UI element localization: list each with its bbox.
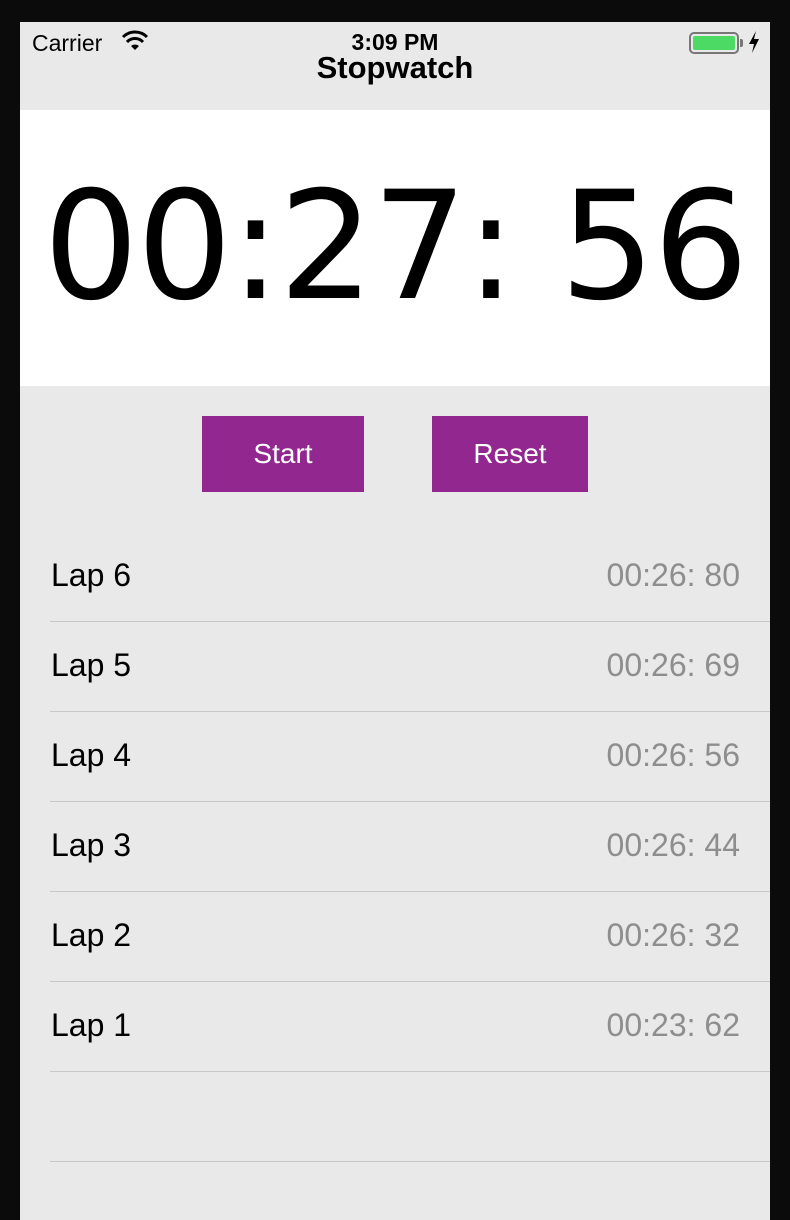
list-item[interactable]: Lap 3 00:26: 44 (50, 802, 770, 892)
reset-button[interactable]: Reset (432, 416, 588, 492)
lap-time: 00:26: 44 (606, 827, 740, 863)
lap-label: Lap 2 (51, 917, 132, 953)
empty-list-row (50, 1072, 770, 1162)
list-item[interactable]: Lap 5 00:26: 69 (50, 622, 770, 712)
lap-time: 00:26: 32 (606, 917, 740, 953)
lap-label: Lap 1 (51, 1007, 132, 1043)
list-item[interactable]: Lap 1 00:23: 62 (50, 982, 770, 1072)
timer-panel: 00:27: 56 (20, 110, 770, 386)
page-title: Stopwatch (316, 50, 474, 85)
lap-label: Lap 3 (51, 827, 132, 863)
lap-time: 00:23: 62 (606, 1007, 740, 1043)
list-item[interactable]: Lap 6 00:26: 80 (50, 532, 770, 622)
lap-time: 00:26: 80 (606, 557, 740, 593)
list-item[interactable]: Lap 2 00:26: 32 (50, 892, 770, 982)
lap-time: 00:26: 69 (606, 647, 740, 683)
list-item[interactable]: Lap 4 00:26: 56 (50, 712, 770, 802)
lap-list[interactable]: Lap 6 00:26: 80 Lap 5 00:26: 69 Lap 4 00… (50, 532, 770, 1162)
lap-time: 00:26: 56 (606, 737, 740, 773)
start-button[interactable]: Start (202, 416, 364, 492)
phone-screen: Carrier 3:09 PM Stopwatch 00:27: 56 Star… (20, 22, 770, 1220)
elapsed-time-display: 00:27: 56 (43, 160, 748, 334)
lap-label: Lap 6 (51, 557, 132, 593)
lap-label: Lap 5 (51, 647, 132, 683)
battery-cap (740, 39, 743, 47)
lap-label: Lap 4 (51, 737, 132, 773)
